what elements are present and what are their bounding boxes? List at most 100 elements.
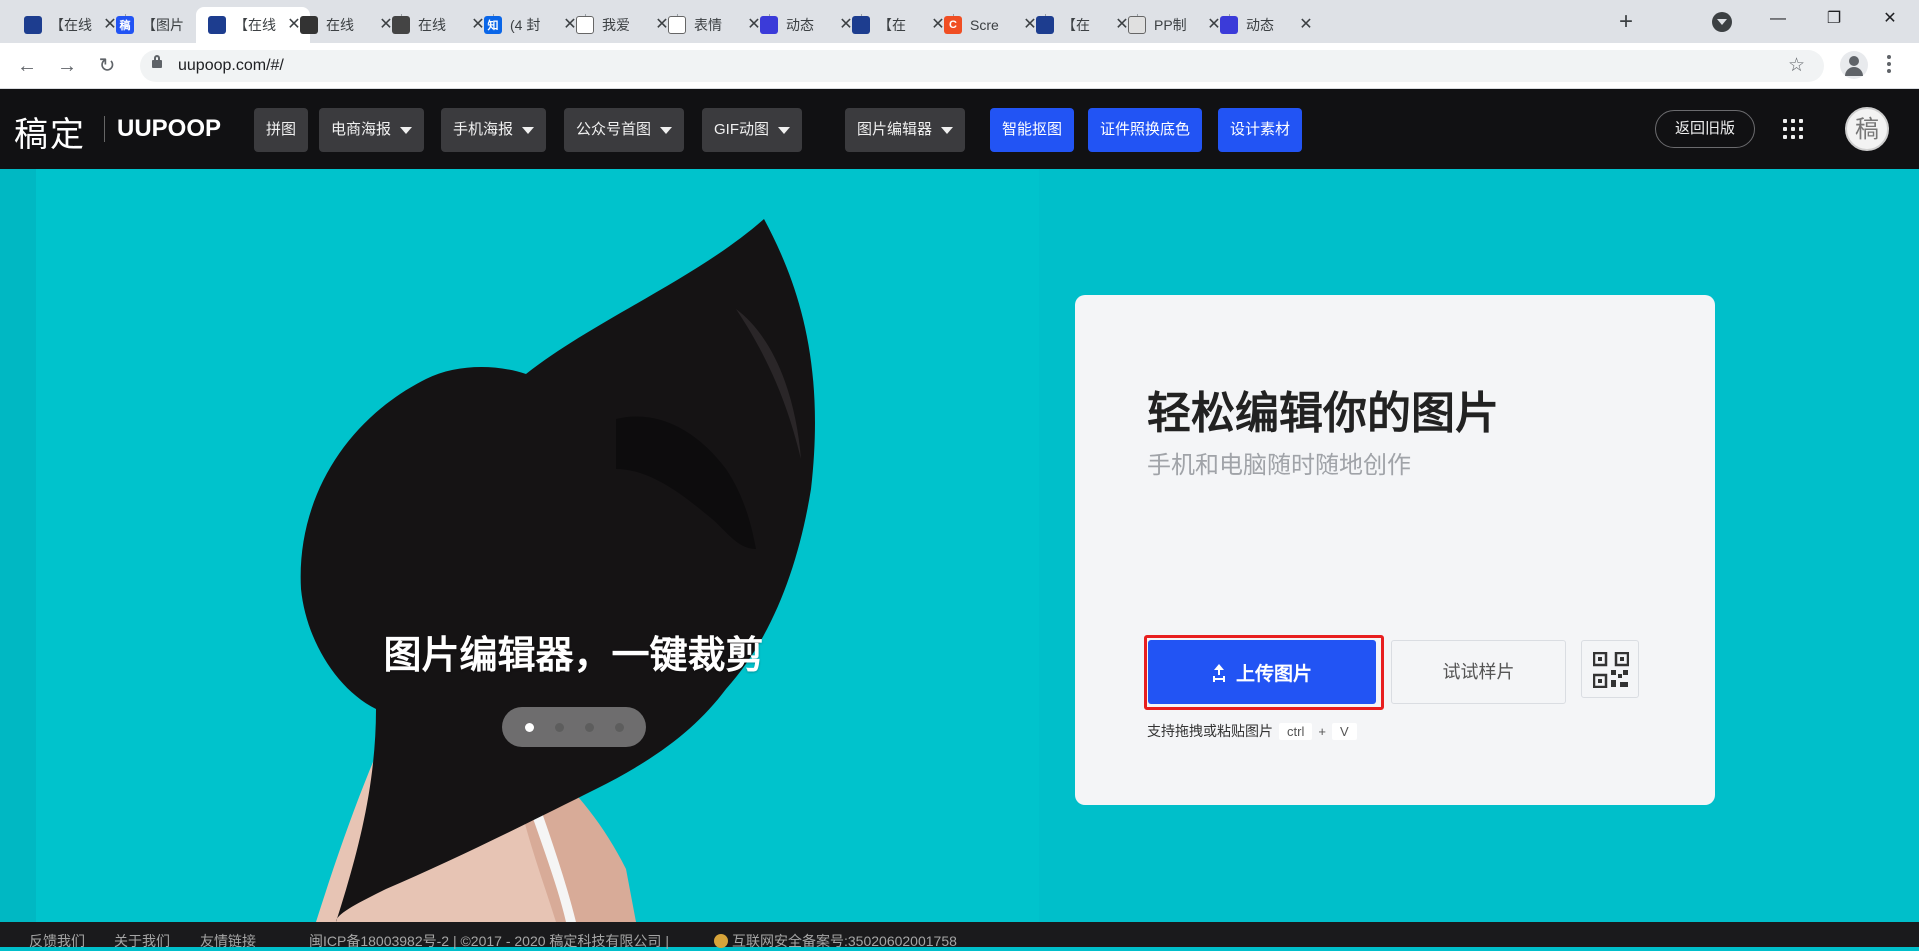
browser-tab-title: 【在: [1062, 17, 1090, 33]
uupoop-blue-favicon-icon: [1036, 16, 1054, 34]
hero-banner: 图片编辑器，一键裁剪 轻松编辑你的图片 手机和电脑随时随地创作 上传图片 试试样…: [0, 169, 1919, 922]
uupoop-blue-favicon-icon: [852, 16, 870, 34]
browser-tab-bar: 【在线✕稿【图片✕【在线✕在线✕在线✕知(4 封✕我爱✕表情✕动态✕【在✕CSc…: [0, 0, 1919, 43]
profile-icon[interactable]: [1840, 51, 1868, 79]
upload-hint: 支持拖拽或粘贴图片 ctrl + V: [1147, 721, 1357, 741]
back-button[interactable]: ←: [14, 53, 40, 79]
hero-caption: 图片编辑器，一键裁剪: [383, 635, 764, 677]
qr-code-icon: [1593, 652, 1629, 688]
nav-item[interactable]: 电商海报: [319, 108, 425, 152]
reload-button[interactable]: ↻: [94, 53, 120, 79]
restore-button[interactable]: ❐: [1814, 4, 1854, 34]
dropdown-caret-icon: [660, 126, 673, 134]
card-subtitle: 手机和电脑随时随地创作: [1147, 452, 1411, 479]
nav-item[interactable]: 手机海报: [441, 108, 547, 152]
dropdown-caret-icon: [778, 126, 790, 134]
nav-item-label: 证件照换底色: [1100, 121, 1191, 138]
nav-item[interactable]: 智能抠图: [990, 108, 1075, 152]
browser-tab-title: 在线: [326, 17, 354, 33]
square-blue-favicon-icon: [1220, 16, 1238, 34]
logo-text-en[interactable]: UUPOOP: [117, 115, 221, 143]
bookmark-star-icon[interactable]: ☆: [1788, 54, 1805, 77]
nav-item-label: 公众号首图: [576, 121, 652, 138]
browser-tab-title: 【在线: [50, 17, 92, 33]
carousel-dot[interactable]: [554, 722, 564, 732]
address-bar[interactable]: uupoop.com/#/ ☆: [140, 50, 1824, 82]
nav-item[interactable]: 图片编辑器: [845, 108, 966, 152]
site-footer: 反馈我们 关于我们 友情链接 闽ICP备18003982号-2 | ©2017 …: [0, 922, 1919, 949]
police-badge-icon: [714, 934, 728, 948]
forward-button[interactable]: →: [54, 53, 80, 79]
carousel-dots: [502, 707, 646, 747]
lock-icon[interactable]: [152, 55, 162, 68]
hero-carousel[interactable]: 图片编辑器，一键裁剪: [36, 169, 1039, 922]
footer-police-record[interactable]: 互联网安全备案号:35020602001758: [714, 931, 957, 951]
try-sample-button[interactable]: 试试样片: [1391, 640, 1566, 704]
logo-text-cn[interactable]: 稿定: [14, 107, 86, 156]
nav-item-label: 拼图: [266, 121, 297, 138]
qr-code-button[interactable]: [1581, 640, 1639, 698]
nav-item-label: 图片编辑器: [857, 121, 933, 138]
hint-text: 支持拖拽或粘贴图片: [1147, 723, 1273, 739]
footer-friend-links[interactable]: 友情链接: [200, 931, 256, 951]
old-version-button[interactable]: 返回旧版: [1655, 110, 1755, 148]
dropdown-caret-icon: [400, 126, 413, 134]
new-tab-button[interactable]: +: [1612, 9, 1640, 37]
nav-item-label: GIF动图: [714, 121, 769, 138]
carousel-dot[interactable]: [614, 722, 624, 732]
site-header: 稿定 UUPOOP 拼图 电商海报 手机海报 公众号首图 GIF动图 图片编辑器 智能抠图 证…: [0, 89, 1919, 169]
card-title: 轻松编辑你的图片: [1147, 389, 1499, 438]
nav-item[interactable]: GIF动图: [702, 108, 802, 152]
dark-logo-favicon-icon: [300, 16, 318, 34]
logo-divider: [104, 116, 105, 142]
carousel-dot[interactable]: [584, 722, 594, 732]
dropdown-caret-icon: [522, 126, 535, 134]
minimize-button[interactable]: —: [1758, 4, 1798, 34]
upload-card: 轻松编辑你的图片 手机和电脑随时随地创作 上传图片 试试样片 支持拖拽或粘贴图片…: [1075, 295, 1715, 805]
nav-item-label: 手机海报: [453, 121, 514, 138]
browser-menu-icon[interactable]: [1886, 53, 1892, 79]
hero-edge: [0, 169, 36, 922]
key-v: V: [1331, 722, 1357, 740]
browser-tab-title: 【图片: [142, 17, 184, 33]
uupoop-blue-favicon-icon: [208, 16, 226, 34]
user-avatar[interactable]: 稿: [1845, 107, 1889, 151]
browser-toolbar: ← → ↻ uupoop.com/#/ ☆: [0, 43, 1919, 89]
nav-item[interactable]: 证件照换底色: [1088, 108, 1203, 152]
browser-tab-title: PP制: [1154, 17, 1187, 33]
footer-legal-text: 闽ICP备18003982号-2 | ©2017 - 2020 稿定科技有限公司…: [309, 933, 669, 949]
nav-item-label: 智能抠图: [1002, 121, 1063, 138]
circle-logo-favicon-icon: [392, 16, 410, 34]
tab-close-icon[interactable]: ✕: [1298, 17, 1314, 33]
close-window-button[interactable]: ✕: [1870, 4, 1910, 34]
woman-in-hat-image: [300, 219, 815, 922]
carousel-dot[interactable]: [524, 722, 534, 732]
footer-feedback-link[interactable]: 反馈我们: [29, 931, 85, 951]
tab-search-icon[interactable]: [1712, 12, 1732, 32]
browser-tab[interactable]: 动态 ✕: [1208, 7, 1322, 43]
footer-about-link[interactable]: 关于我们: [114, 931, 170, 951]
nav-item[interactable]: 拼图: [254, 108, 309, 152]
browser-tab-title: Scre: [970, 17, 999, 33]
square-blue-favicon-icon: [760, 16, 778, 34]
upload-image-button[interactable]: 上传图片: [1148, 640, 1376, 704]
key-plus: +: [1318, 723, 1326, 739]
apps-grid-icon[interactable]: [1783, 119, 1803, 139]
dropdown-caret-icon: [941, 126, 954, 134]
globe-favicon-icon: [1128, 16, 1146, 34]
nav-item-label: 电商海报: [331, 121, 392, 138]
browser-tab-title: (4 封: [510, 17, 541, 33]
browser-tab-title: 动态: [1246, 17, 1274, 33]
nav-item[interactable]: 设计素材: [1218, 108, 1303, 152]
panda-favicon-icon: [576, 16, 594, 34]
zhihu-blue-favicon-icon: 知: [484, 16, 502, 34]
gaoding-blue-favicon-icon: 稿: [116, 16, 134, 34]
url-text[interactable]: uupoop.com/#/: [178, 57, 284, 75]
browser-tab-title: 在线: [418, 17, 446, 33]
orange-c-favicon-icon: C: [944, 16, 962, 34]
nav-item[interactable]: 公众号首图: [564, 108, 685, 152]
panda-favicon-icon: [668, 16, 686, 34]
nav-item-label: 设计素材: [1230, 121, 1291, 138]
browser-tab-title: 【在: [878, 17, 906, 33]
upload-icon: [1212, 664, 1226, 680]
